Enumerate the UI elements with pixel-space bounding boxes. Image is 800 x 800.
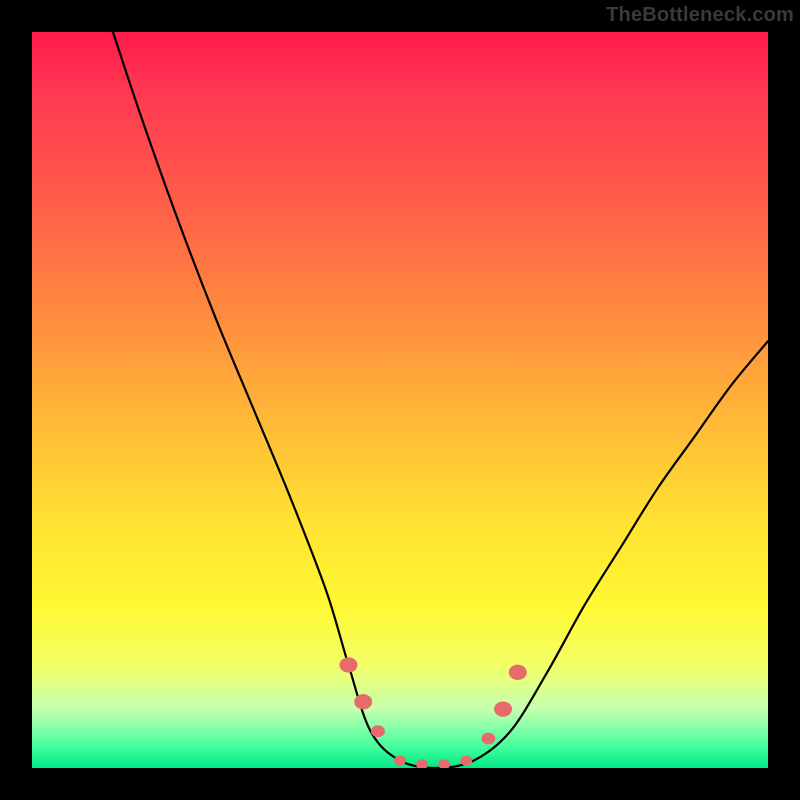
marker-point bbox=[394, 756, 406, 766]
plot-area bbox=[32, 32, 768, 768]
curve-svg bbox=[32, 32, 768, 768]
marker-point bbox=[509, 665, 527, 680]
marker-point bbox=[481, 733, 495, 745]
watermark-text: TheBottleneck.com bbox=[606, 4, 794, 27]
marker-point bbox=[416, 759, 428, 768]
marker-point bbox=[438, 759, 450, 768]
chart-frame: TheBottleneck.com bbox=[0, 0, 800, 800]
bottleneck-curve bbox=[113, 32, 768, 768]
marker-point bbox=[460, 756, 472, 766]
marker-point bbox=[339, 657, 357, 672]
marker-point bbox=[371, 725, 385, 737]
marker-point bbox=[494, 701, 512, 716]
highlighted-points bbox=[339, 657, 526, 768]
marker-point bbox=[354, 694, 372, 709]
